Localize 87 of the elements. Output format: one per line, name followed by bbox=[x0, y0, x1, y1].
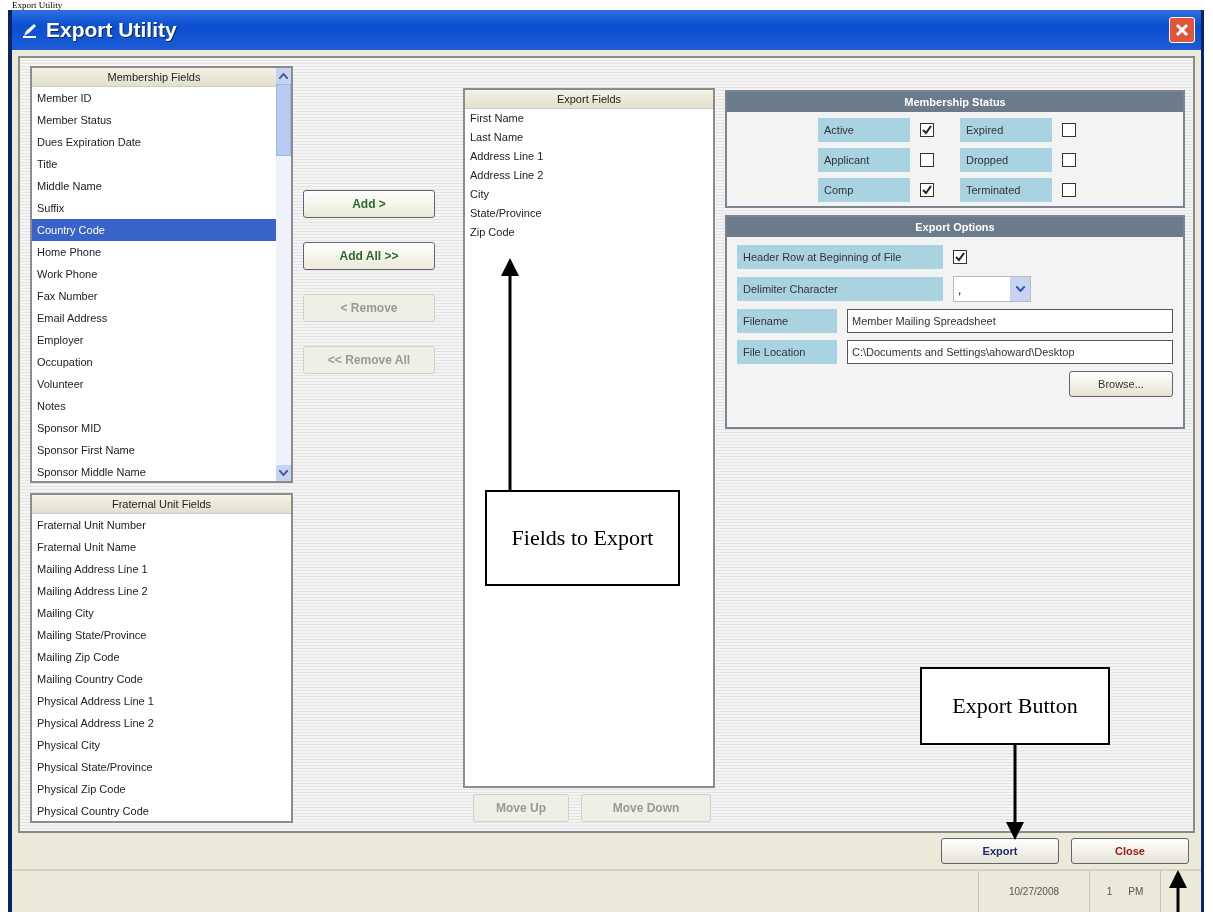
option-label: Filename bbox=[737, 309, 837, 333]
list-item[interactable]: Physical Address Line 1 bbox=[32, 690, 291, 712]
list-item[interactable]: Suffix bbox=[32, 197, 276, 219]
status-label: Expired bbox=[960, 118, 1052, 142]
list-item[interactable]: Email Address bbox=[32, 307, 276, 329]
transfer-button[interactable]: Add All >> bbox=[303, 242, 435, 270]
checkbox[interactable] bbox=[1062, 153, 1076, 167]
status-label: Terminated bbox=[960, 178, 1052, 202]
list-box[interactable] bbox=[30, 493, 293, 823]
list-item[interactable]: Mailing City bbox=[32, 602, 291, 624]
window-title: Export Utility bbox=[46, 18, 178, 42]
list-item[interactable]: Fraternal Unit Name bbox=[32, 536, 291, 558]
list-item[interactable]: Physical City bbox=[32, 734, 291, 756]
list-item[interactable]: First Name bbox=[465, 109, 713, 128]
list-item[interactable]: Notes bbox=[32, 395, 276, 417]
list-item[interactable]: Fax Number bbox=[32, 285, 276, 307]
document-caption: Export Utility bbox=[11, 0, 64, 10]
scroll-down-icon[interactable] bbox=[279, 470, 288, 476]
export-button[interactable]: Export bbox=[941, 838, 1059, 864]
list-item[interactable]: Mailing Country Code bbox=[32, 668, 291, 690]
list-item[interactable]: Mailing State/Province bbox=[32, 624, 291, 646]
list-item[interactable]: Member Status bbox=[32, 109, 276, 131]
status-time: 1 bbox=[1106, 886, 1113, 897]
filename-field[interactable]: Member Mailing Spreadsheet bbox=[847, 309, 1173, 333]
option-label: Delimiter Character bbox=[737, 277, 943, 301]
list-item[interactable]: Sponsor Middle Name bbox=[32, 461, 276, 481]
transfer-button[interactable]: Add > bbox=[303, 190, 435, 218]
list-item[interactable]: Physical State/Province bbox=[32, 756, 291, 778]
list-item[interactable]: Mailing Address Line 1 bbox=[32, 558, 291, 580]
status-label: Active bbox=[818, 118, 910, 142]
list-item[interactable]: Physical Zip Code bbox=[32, 778, 291, 800]
list-item[interactable]: Physical Address Line 2 bbox=[32, 712, 291, 734]
list-item[interactable]: Mailing Zip Code bbox=[32, 646, 291, 668]
list-item[interactable]: Dues Expiration Date bbox=[32, 131, 276, 153]
list-item[interactable]: Title bbox=[32, 153, 276, 175]
list-item[interactable]: Member ID bbox=[32, 87, 276, 109]
list-item[interactable]: Country Code bbox=[32, 219, 276, 241]
list-header: Fraternal Unit Fields bbox=[32, 495, 291, 514]
option-label: File Location bbox=[737, 340, 837, 364]
file-location-field[interactable]: C:\Documents and Settings\ahoward\Desktop bbox=[847, 340, 1173, 364]
status-date: 10/27/2008 bbox=[1008, 886, 1060, 897]
pencil-icon bbox=[22, 22, 38, 38]
status-label: Applicant bbox=[818, 148, 910, 172]
close-icon bbox=[1175, 23, 1189, 37]
list-item[interactable]: Address Line 2 bbox=[465, 166, 713, 185]
list-item[interactable]: Sponsor First Name bbox=[32, 439, 276, 461]
panel-title: Membership Status bbox=[727, 92, 1183, 112]
list-header: Membership Fields bbox=[32, 68, 276, 87]
checkbox[interactable] bbox=[953, 250, 967, 264]
status-label: Dropped bbox=[960, 148, 1052, 172]
list-item[interactable]: Address Line 1 bbox=[465, 147, 713, 166]
callout: Export Button bbox=[920, 667, 1110, 745]
close-button[interactable]: Close bbox=[1071, 838, 1189, 864]
dropdown-icon bbox=[1015, 286, 1025, 292]
list-item[interactable]: Mailing Address Line 2 bbox=[32, 580, 291, 602]
checkbox[interactable] bbox=[1062, 183, 1076, 197]
list-item[interactable]: Physical Country Code bbox=[32, 800, 291, 821]
status-label: Comp bbox=[818, 178, 910, 202]
close-button[interactable] bbox=[1169, 17, 1195, 43]
status-time: PM bbox=[1128, 886, 1144, 897]
scroll-thumb[interactable] bbox=[276, 84, 291, 156]
list-item[interactable]: Middle Name bbox=[32, 175, 276, 197]
list-item[interactable]: City bbox=[465, 185, 713, 204]
list-item[interactable]: Last Name bbox=[465, 128, 713, 147]
checkbox[interactable] bbox=[920, 183, 934, 197]
list-item[interactable]: Home Phone bbox=[32, 241, 276, 263]
checkbox[interactable] bbox=[1062, 123, 1076, 137]
list-box[interactable] bbox=[30, 66, 293, 483]
list-item[interactable]: State/Province bbox=[465, 204, 713, 223]
option-label: Header Row at Beginning of File bbox=[737, 245, 943, 269]
list-item[interactable]: Volunteer bbox=[32, 373, 276, 395]
list-item[interactable]: Zip Code bbox=[465, 223, 713, 242]
scroll-up-icon[interactable] bbox=[279, 73, 288, 79]
callout: Fields to Export bbox=[485, 490, 680, 586]
list-header: Export Fields bbox=[465, 90, 713, 109]
panel-title: Export Options bbox=[727, 217, 1183, 237]
browse-button[interactable]: Browse... bbox=[1069, 371, 1173, 397]
list-item[interactable]: Sponsor MID bbox=[32, 417, 276, 439]
list-item[interactable]: Work Phone bbox=[32, 263, 276, 285]
scrollbar[interactable] bbox=[276, 68, 291, 481]
list-item[interactable]: Fraternal Unit Number bbox=[32, 514, 291, 536]
arrow bbox=[1169, 870, 1187, 912]
checkbox[interactable] bbox=[920, 123, 934, 137]
delimiter-dropdown[interactable]: , bbox=[953, 276, 1031, 302]
list-item[interactable]: Occupation bbox=[32, 351, 276, 373]
checkbox[interactable] bbox=[920, 153, 934, 167]
list-item[interactable]: Employer bbox=[32, 329, 276, 351]
